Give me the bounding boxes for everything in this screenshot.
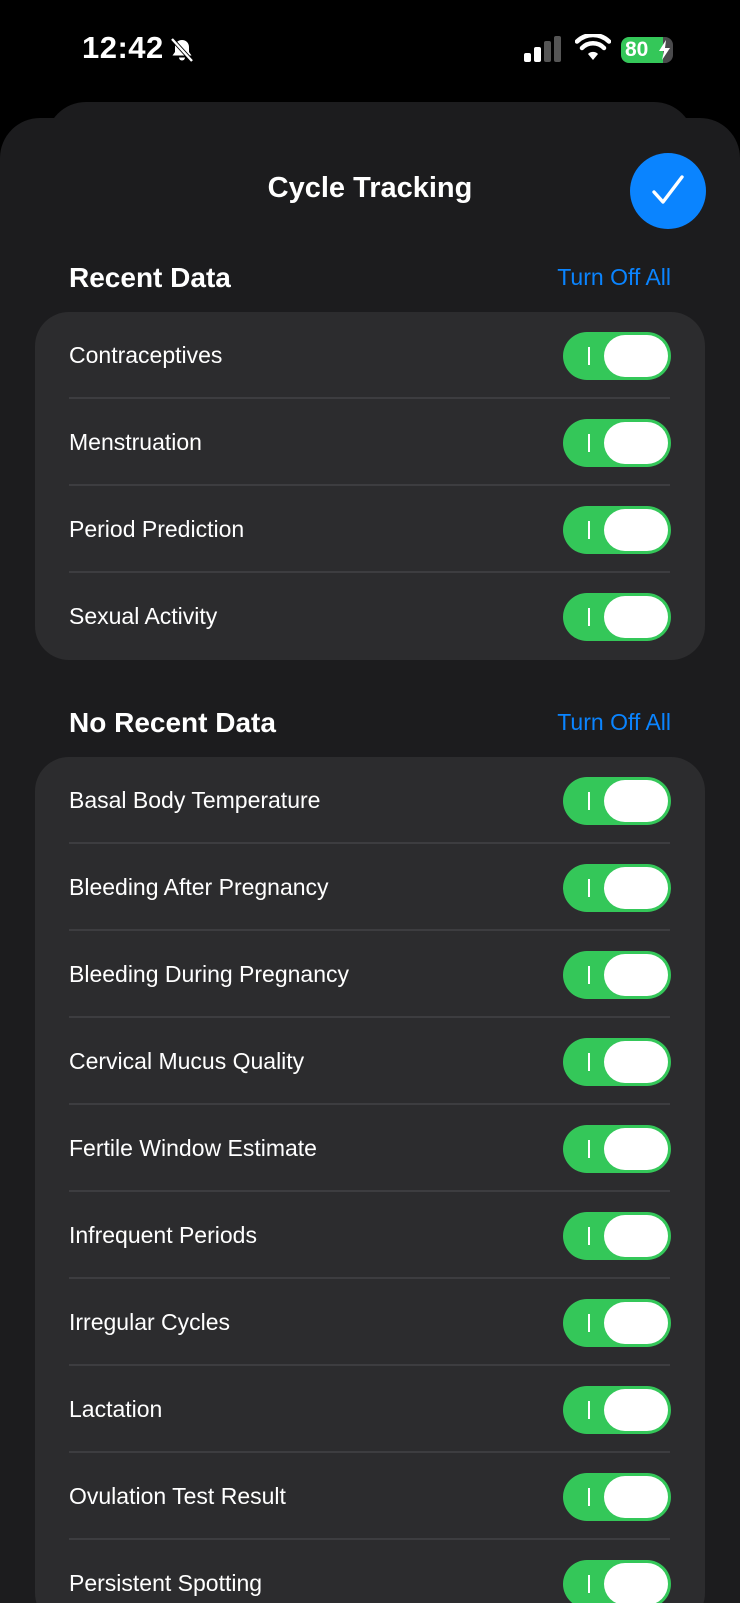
toggle-switch[interactable] [563,593,671,641]
list-item: Fertile Window Estimate [35,1105,705,1192]
list-item-label: Period Prediction [69,516,245,542]
toggle-on-indicator [588,347,590,365]
list-item: Bleeding After Pregnancy [35,844,705,931]
list-item-label: Contraceptives [69,342,223,368]
turn-off-all-button[interactable]: Turn Off All [557,709,671,736]
list-item-label: Menstruation [69,429,202,455]
toggle-on-indicator [588,1488,590,1506]
toggle-knob [604,1215,668,1257]
list-item: Infrequent Periods [35,1192,705,1279]
list-item-label: Persistent Spotting [69,1570,263,1596]
list-item-label: Ovulation Test Result [69,1483,286,1509]
settings-group: Contraceptives Menstruation Period Predict… [35,312,705,660]
section-header: Recent Data Turn Off All [69,262,671,302]
toggle-on-indicator [588,1314,590,1332]
wifi-icon [575,34,611,60]
list-item-label: Sexual Activity [69,603,218,629]
cellular-signal-icon [524,36,561,62]
section-title: No Recent Data [69,707,276,738]
toggle-switch[interactable] [563,419,671,467]
done-button[interactable] [630,153,706,229]
toggle-knob [604,1128,668,1170]
toggle-switch[interactable] [563,1212,671,1260]
toggle-on-indicator [588,608,590,626]
bolt-icon [659,40,670,60]
toggle-knob [604,954,668,996]
toggle-knob [604,509,668,551]
toggle-switch[interactable] [563,777,671,825]
toggle-on-indicator [588,1401,590,1419]
toggle-on-indicator [588,1227,590,1245]
list-item-label: Basal Body Temperature [69,787,321,813]
list-item: Menstruation [35,399,705,486]
section-header: No Recent Data Turn Off All [69,707,671,747]
section-title: Recent Data [69,262,231,293]
list-item-label: Fertile Window Estimate [69,1135,317,1161]
toggle-switch[interactable] [563,1125,671,1173]
list-item: Period Prediction [35,486,705,573]
toggle-switch[interactable] [563,332,671,380]
settings-group: Basal Body Temperature Bleeding After Pre… [35,757,705,1603]
toggle-switch[interactable] [563,1038,671,1086]
toggle-on-indicator [588,966,590,984]
status-bar: 12:42 80 [0,0,740,100]
toggle-knob [604,335,668,377]
toggle-knob [604,1563,668,1603]
toggle-knob [604,1302,668,1344]
list-item: Contraceptives [35,312,705,399]
toggle-knob [604,1041,668,1083]
toggle-knob [604,422,668,464]
list-item: Basal Body Temperature [35,757,705,844]
battery-charging-icon: 80 [621,37,673,63]
status-time: 12:42 [82,30,164,65]
toggle-switch[interactable] [563,1299,671,1347]
toggle-on-indicator [588,1575,590,1593]
battery-level: 80 [625,38,649,61]
toggle-on-indicator [588,1140,590,1158]
toggle-switch[interactable] [563,506,671,554]
toggle-on-indicator [588,879,590,897]
toggle-knob [604,596,668,638]
sheet-title: Cycle Tracking [267,172,473,204]
toggle-on-indicator [588,1053,590,1071]
toggle-knob [604,780,668,822]
list-item-label: Bleeding During Pregnancy [69,961,350,987]
toggle-on-indicator [588,434,590,452]
toggle-knob [604,1476,668,1518]
list-item-label: Cervical Mucus Quality [69,1048,305,1074]
list-item-label: Bleeding After Pregnancy [69,874,329,900]
toggle-knob [604,867,668,909]
list-item-label: Irregular Cycles [69,1309,231,1335]
list-item-label: Infrequent Periods [69,1222,257,1248]
toggle-switch[interactable] [563,1473,671,1521]
bell-slash-icon [170,37,194,63]
list-item: Lactation [35,1366,705,1453]
toggle-switch[interactable] [563,951,671,999]
list-item: Bleeding During Pregnancy [35,931,705,1018]
list-item: Sexual Activity [35,573,705,660]
toggle-switch[interactable] [563,1386,671,1434]
toggle-switch[interactable] [563,1560,671,1603]
list-item: Irregular Cycles [35,1279,705,1366]
list-item: Persistent Spotting [35,1540,705,1603]
checkmark-icon [652,175,684,204]
list-item: Ovulation Test Result [35,1453,705,1540]
toggle-on-indicator [588,792,590,810]
toggle-knob [604,1389,668,1431]
toggle-on-indicator [588,521,590,539]
list-item-label: Lactation [69,1396,163,1422]
turn-off-all-button[interactable]: Turn Off All [557,264,671,291]
list-item: Cervical Mucus Quality [35,1018,705,1105]
toggle-switch[interactable] [563,864,671,912]
